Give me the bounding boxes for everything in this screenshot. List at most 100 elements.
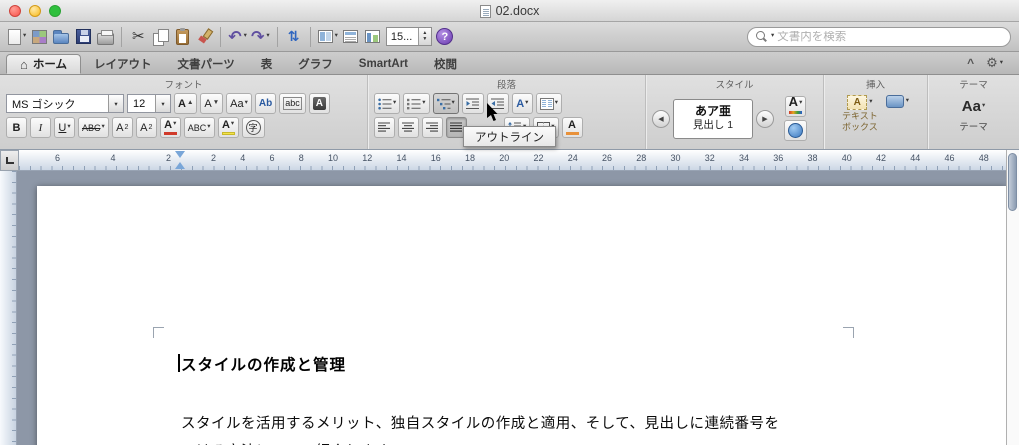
- paste-button[interactable]: [173, 25, 191, 49]
- document-heading[interactable]: スタイルの作成と管理: [181, 353, 346, 375]
- dropdown-icon[interactable]: ▾: [555, 100, 558, 107]
- scrollbar-thumb[interactable]: [1008, 153, 1017, 211]
- font-size-dropdown-icon[interactable]: ▾: [155, 95, 170, 112]
- dropdown-icon[interactable]: ▾: [266, 33, 269, 40]
- dropdown-icon[interactable]: ▾: [207, 124, 210, 131]
- dropdown-icon[interactable]: ▾: [245, 100, 248, 107]
- manage-styles-button[interactable]: [784, 120, 807, 141]
- new-document-button[interactable]: ▾: [8, 25, 26, 49]
- undo-button[interactable]: ↶ ▾: [228, 25, 247, 49]
- font-color-button[interactable]: A ▾: [159, 117, 181, 138]
- save-button[interactable]: [74, 25, 92, 49]
- font-size-combobox[interactable]: 12 ▾: [127, 94, 171, 113]
- phonetic-guide-button[interactable]: Ab: [254, 93, 277, 114]
- new-document-icon: [8, 28, 21, 45]
- change-case-button[interactable]: Aa ▾: [226, 93, 252, 114]
- dropdown-icon[interactable]: ▾: [869, 99, 872, 106]
- format-painter-button[interactable]: [195, 25, 213, 49]
- dropdown-icon[interactable]: ▾: [422, 100, 425, 107]
- subscript-mark: 2: [148, 124, 153, 131]
- horizontal-ruler[interactable]: 642 2 4 6 8 10 12 14 16 18 20 22 24 26 28 30 32 34 36 38 40…: [19, 150, 1006, 171]
- textbox-button[interactable]: A ▾ テキスト ボックス: [842, 95, 878, 133]
- tab-tables[interactable]: 表: [248, 54, 286, 74]
- text-effects-button[interactable]: A ▾: [784, 94, 807, 117]
- columns-button[interactable]: ▾: [535, 93, 563, 114]
- view-layout-button[interactable]: ▾: [317, 25, 338, 49]
- dropdown-icon[interactable]: ▾: [231, 121, 234, 128]
- align-right-button[interactable]: [422, 117, 443, 138]
- help-button[interactable]: ?: [436, 25, 454, 49]
- redo-button[interactable]: ↷ ▾: [251, 25, 270, 49]
- tab-home[interactable]: ⌂ ホーム: [6, 54, 82, 74]
- document-page[interactable]: スタイルの作成と管理 スタイルを活用するメリット、独自スタイルの作成と適用、そし…: [37, 186, 1006, 445]
- bold-button[interactable]: B: [6, 117, 27, 138]
- document-body-line[interactable]: つける方法について紹介します。: [181, 440, 404, 445]
- stepper-down-icon[interactable]: ▼: [422, 36, 427, 43]
- dropdown-icon[interactable]: ▾: [525, 100, 528, 107]
- font-name-dropdown-icon[interactable]: ▾: [108, 95, 123, 112]
- zoom-combobox[interactable]: 15... ▲ ▼: [385, 27, 432, 46]
- document-body-line[interactable]: スタイルを活用するメリット、独自スタイルの作成と適用、そして、見出しに連続番号を: [181, 412, 780, 433]
- italic-button[interactable]: I: [30, 117, 51, 138]
- tab-document-elements[interactable]: 文書パーツ: [165, 54, 248, 74]
- dropdown-icon[interactable]: ▾: [452, 100, 455, 107]
- tab-charts[interactable]: グラフ: [285, 54, 346, 74]
- shading-button[interactable]: A: [561, 117, 583, 138]
- underline-button[interactable]: U ▾: [54, 117, 75, 138]
- style-previous-button[interactable]: ◀: [652, 109, 670, 128]
- tab-stop-selector[interactable]: [0, 150, 19, 171]
- indent-marker[interactable]: [175, 151, 185, 169]
- dropdown-icon[interactable]: ▾: [173, 121, 176, 128]
- character-border-button[interactable]: abc: [279, 93, 306, 114]
- dropdown-icon[interactable]: ▾: [982, 103, 985, 110]
- grow-font-button[interactable]: A ▲: [174, 93, 198, 114]
- decrease-indent-button[interactable]: [461, 93, 484, 114]
- change-case-abc-button[interactable]: ABC ▾: [183, 117, 215, 138]
- dropdown-icon[interactable]: ▾: [393, 100, 396, 107]
- media-browser-button[interactable]: [342, 25, 360, 49]
- show-formatting-button[interactable]: ⇅: [285, 25, 303, 49]
- themes-button[interactable]: Aa ▾: [959, 96, 988, 117]
- zoom-stepper[interactable]: ▲ ▼: [417, 28, 431, 45]
- dropdown-icon[interactable]: ▾: [906, 98, 909, 105]
- vertical-scrollbar[interactable]: [1006, 150, 1019, 445]
- superscript-button[interactable]: A2: [111, 117, 133, 138]
- strikethrough-button[interactable]: ABC ▾: [78, 117, 109, 138]
- dropdown-icon[interactable]: ▾: [23, 33, 26, 40]
- dropdown-icon[interactable]: ▾: [335, 33, 338, 40]
- character-shading-button[interactable]: A: [308, 93, 330, 114]
- multilevel-list-button[interactable]: ▾: [432, 93, 459, 114]
- highlight-button[interactable]: A ▾: [217, 117, 239, 138]
- dropdown-icon[interactable]: ▾: [102, 124, 105, 131]
- dropdown-icon[interactable]: ▾: [799, 100, 802, 107]
- tab-smartart[interactable]: SmartArt: [346, 54, 421, 74]
- tab-review[interactable]: 校閲: [421, 54, 470, 74]
- collapse-ribbon-button[interactable]: ^: [967, 56, 974, 70]
- style-next-button[interactable]: ▶: [756, 109, 774, 128]
- tab-layout[interactable]: レイアウト: [81, 54, 165, 74]
- search-input[interactable]: [777, 30, 1002, 43]
- align-left-button[interactable]: [374, 117, 395, 138]
- align-center-button[interactable]: [398, 117, 419, 138]
- enclose-characters-button[interactable]: 字: [241, 117, 265, 138]
- font-name-combobox[interactable]: MS ゴシック ▾: [6, 94, 124, 113]
- search-scope-dropdown-icon[interactable]: ▾: [771, 33, 774, 40]
- subscript-button[interactable]: A2: [135, 117, 157, 138]
- gallery-button[interactable]: [30, 25, 48, 49]
- shrink-font-button[interactable]: A ▼: [200, 93, 224, 114]
- cut-button[interactable]: ✂: [129, 25, 147, 49]
- dropdown-icon[interactable]: ▾: [67, 124, 70, 131]
- open-button[interactable]: [52, 25, 70, 49]
- print-button[interactable]: [96, 25, 114, 49]
- style-gallery[interactable]: あア亜 見出し 1: [673, 98, 753, 139]
- shape-button[interactable]: ▾: [885, 95, 909, 108]
- text-scale-button[interactable]: A ▾: [511, 93, 533, 114]
- dropdown-icon[interactable]: ▾: [244, 33, 247, 40]
- vertical-ruler[interactable]: [0, 171, 17, 445]
- copy-button[interactable]: [151, 25, 169, 49]
- numbered-list-button[interactable]: ▾: [403, 93, 430, 114]
- search-field[interactable]: ▾: [747, 26, 1011, 47]
- bullet-list-button[interactable]: ▾: [374, 93, 401, 114]
- ribbon-settings-button[interactable]: ⚙ ▾: [986, 55, 1003, 71]
- toolbox-button[interactable]: [364, 25, 382, 49]
